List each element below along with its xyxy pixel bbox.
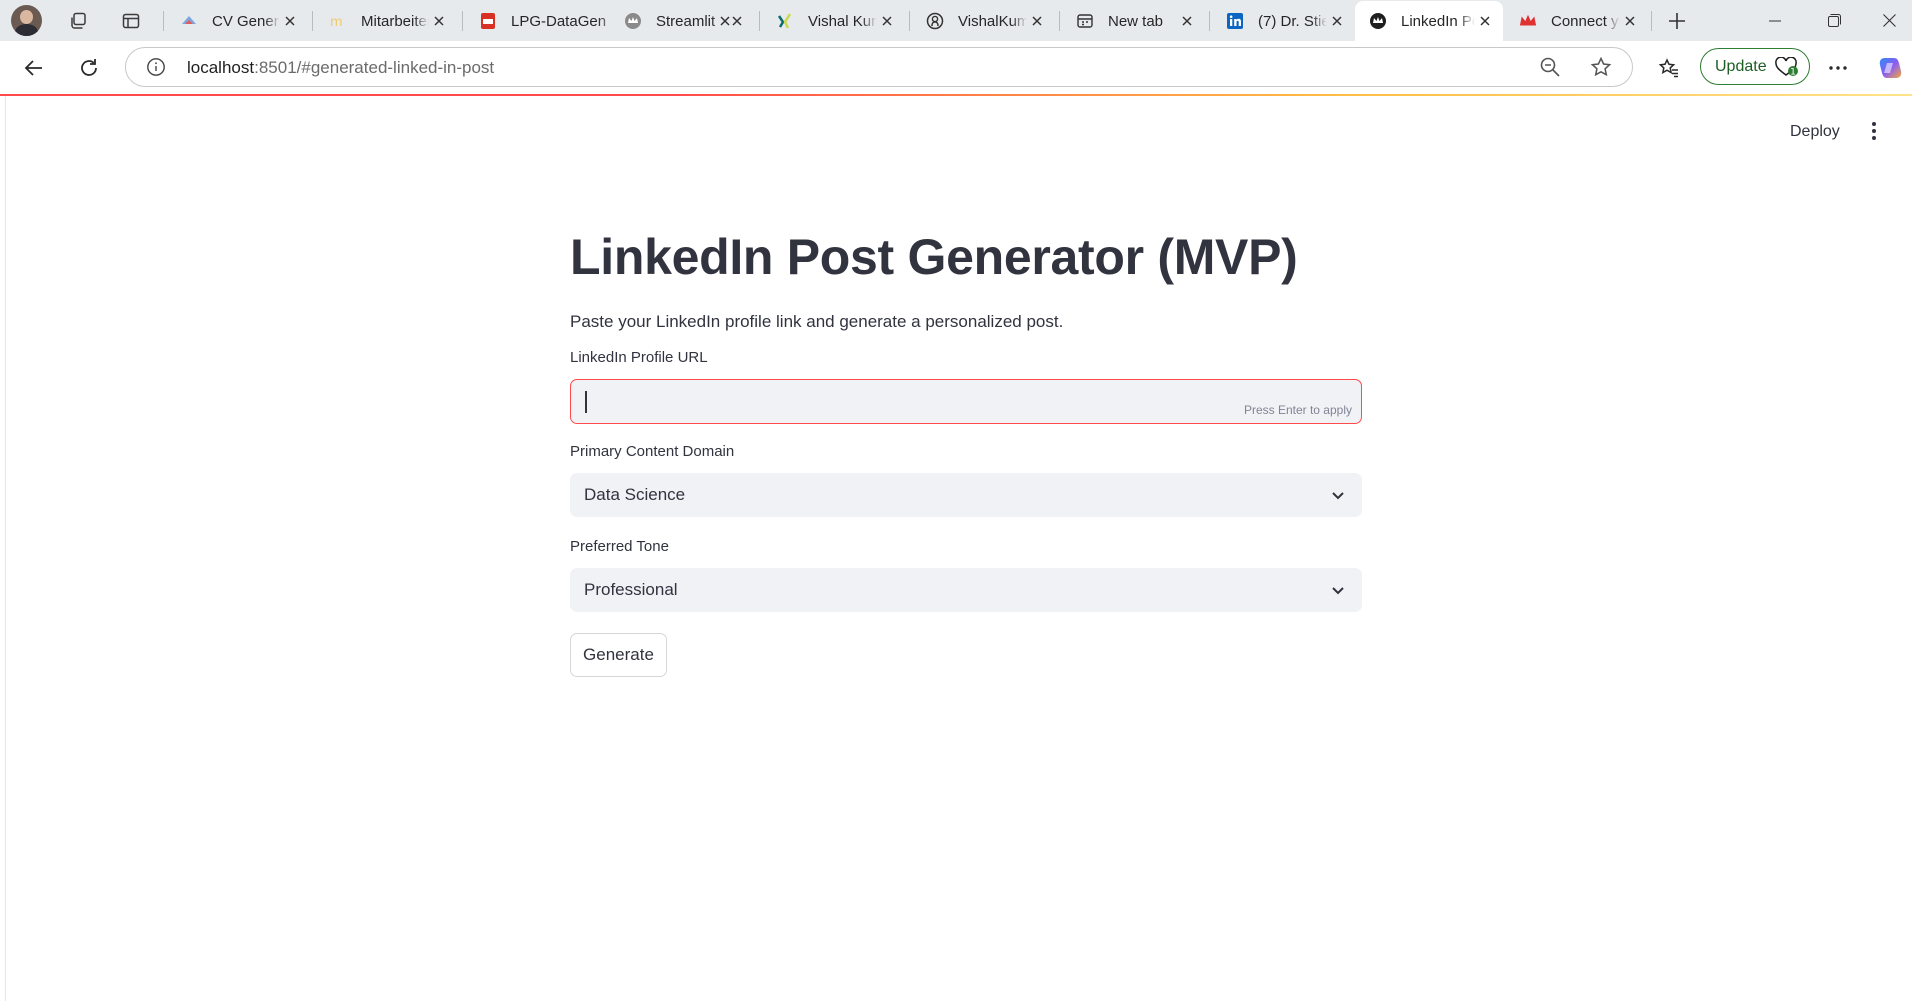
restore-icon[interactable] [1807, 0, 1861, 41]
workspaces-icon[interactable] [64, 7, 92, 35]
content-domain-value: Data Science [584, 485, 686, 504]
svg-text:m: m [330, 15, 343, 30]
address-url[interactable]: localhost:8501/#generated-linked-in-post [187, 58, 494, 78]
close-window-icon[interactable] [1862, 0, 1912, 41]
streamlit-crown-icon [1369, 12, 1387, 30]
xing-icon [776, 12, 794, 30]
favorites-icon[interactable] [1652, 51, 1686, 85]
copilot-icon[interactable] [1874, 51, 1908, 85]
tab-title: CV Generator [212, 12, 280, 30]
close-tab-icon[interactable] [1475, 11, 1495, 31]
svg-text:1: 1 [1790, 68, 1796, 78]
tab-streamlit[interactable]: Streamlit [610, 2, 755, 40]
favorite-star-icon[interactable] [1590, 56, 1612, 78]
close-tab-icon[interactable] [1177, 11, 1197, 31]
pdf-icon [479, 12, 497, 30]
site-info-icon[interactable] [146, 57, 166, 77]
generate-button[interactable]: Generate [570, 633, 667, 677]
close-tab-icon[interactable] [1027, 11, 1047, 31]
page-title: LinkedIn Post Generator (MVP) [570, 229, 1298, 285]
tab-connect-your[interactable]: Connect your [1505, 2, 1648, 40]
close-tab-icon[interactable] [1327, 11, 1347, 31]
close-tab-icon[interactable] [429, 11, 449, 31]
content-domain-select[interactable]: Data Science [570, 473, 1362, 517]
profile-avatar[interactable] [11, 5, 42, 36]
chevron-down-icon[interactable] [1330, 582, 1346, 598]
tab-title: LinkedIn Post [1401, 12, 1475, 30]
tab-title: Mitarbeiter [361, 12, 429, 30]
profile-url-label: LinkedIn Profile URL [570, 349, 708, 366]
close-tab-icon[interactable] [877, 11, 897, 31]
chevron-down-icon[interactable] [1330, 487, 1346, 503]
update-label: Update [1715, 57, 1767, 75]
streamlit-crown-icon [624, 12, 642, 30]
mitarbeiter-fav-icon: m [329, 12, 347, 30]
zoom-out-icon[interactable] [1539, 56, 1561, 78]
streamlit-fav-icon [180, 12, 198, 30]
profile-url-input[interactable] [585, 389, 1225, 415]
update-button[interactable]: Update 1 [1700, 48, 1810, 85]
preferred-tone-value: Professional [584, 580, 678, 599]
address-bar[interactable]: localhost:8501/#generated-linked-in-post [125, 47, 1633, 87]
tab-title: Streamlit [656, 12, 716, 30]
main-menu-icon[interactable] [1869, 120, 1879, 142]
linkedin-icon [1226, 12, 1244, 30]
browser-toolbar: localhost:8501/#generated-linked-in-post… [0, 41, 1912, 94]
more-options-icon[interactable] [1821, 51, 1855, 85]
minimize-icon[interactable] [1748, 0, 1802, 41]
close-tab-icon[interactable] [280, 11, 300, 31]
tab-title: (7) Dr. Stiener [1258, 12, 1327, 30]
preferred-tone-label: Preferred Tone [570, 538, 669, 555]
tab-github-vishalkumar[interactable]: VishalKumar [912, 2, 1055, 40]
text-cursor [585, 391, 587, 413]
content-domain-label: Primary Content Domain [570, 443, 735, 460]
press-enter-hint: Press Enter to apply [1243, 403, 1352, 417]
reload-icon[interactable] [72, 51, 106, 85]
deploy-button[interactable]: Deploy [1790, 123, 1840, 141]
streamlit-red-crown-icon [1519, 12, 1537, 30]
browser-tab-strip: CV Generator m Mitarbeiter LPG-DataGen S… [0, 0, 1912, 41]
tab-title: VishalKumar [958, 12, 1027, 30]
tab-vishal-kumar[interactable]: Vishal Kumar [762, 2, 905, 40]
tab-cv-generator[interactable]: CV Generator [166, 2, 308, 40]
new-tab-plus-icon[interactable] [1663, 7, 1691, 35]
tab-title: New tab [1108, 12, 1164, 30]
profile-url-field[interactable]: Press Enter to apply [570, 379, 1362, 424]
tab-title: Vishal Kumar [808, 12, 877, 30]
back-arrow-icon[interactable] [17, 51, 51, 85]
tab-actions-icon[interactable] [117, 7, 145, 35]
tab-mitarbeiter[interactable]: m Mitarbeiter [315, 2, 457, 40]
close-tab-icon[interactable] [1620, 11, 1640, 31]
streamlit-app: Deploy LinkedIn Post Generator (MVP) Pas… [5, 96, 1912, 1001]
page-description: Paste your LinkedIn profile link and gen… [570, 312, 1064, 331]
github-icon [926, 12, 944, 30]
preferred-tone-select[interactable]: Professional [570, 568, 1362, 612]
url-path: :8501/#generated-linked-in-post [254, 58, 495, 77]
update-heart-icon: 1 [1775, 56, 1798, 78]
tab-linkedin-profile[interactable]: (7) Dr. Stiener [1212, 2, 1355, 40]
url-host: localhost [187, 58, 255, 77]
newtab-icon [1076, 12, 1094, 30]
close-tab-icon[interactable] [727, 11, 747, 31]
tab-title: Connect your [1551, 12, 1620, 30]
tab-new-tab[interactable]: New tab [1062, 2, 1205, 40]
tab-linkedin-post-active[interactable]: LinkedIn Post [1355, 1, 1503, 41]
